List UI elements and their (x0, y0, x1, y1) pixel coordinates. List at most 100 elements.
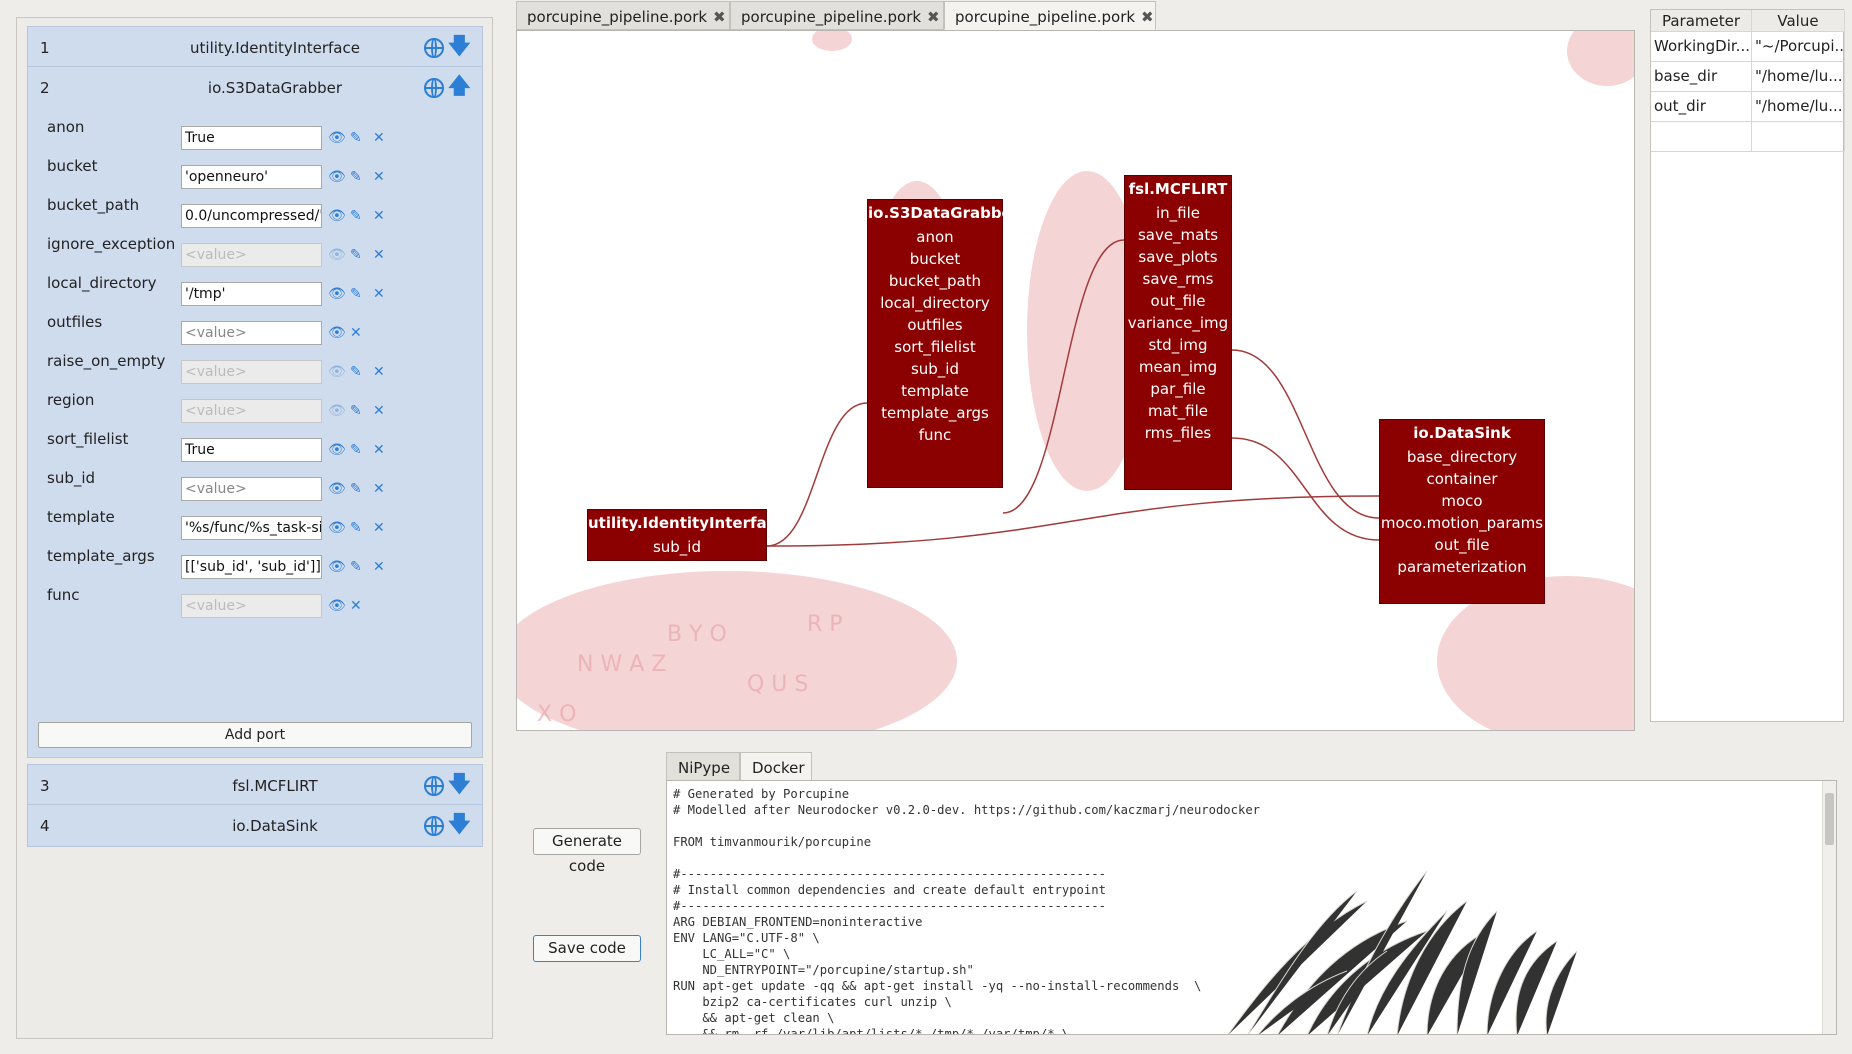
arrow-down-icon[interactable]: 🡇 (448, 34, 471, 60)
eye-icon[interactable]: 👁 (328, 559, 346, 575)
port-value-input[interactable]: <value> (181, 477, 322, 501)
eye-icon[interactable]: 👁 (328, 520, 346, 536)
port-value-input[interactable]: [['sub_id', 'sub_id']]) (181, 555, 322, 579)
remove-icon[interactable]: ✕ (373, 481, 385, 497)
remove-icon[interactable]: ✕ (350, 598, 362, 614)
remove-icon[interactable]: ✕ (373, 442, 385, 458)
scrollbar-thumb[interactable] (1825, 793, 1834, 845)
code-scrollbar[interactable] (1822, 781, 1836, 1034)
eye-icon[interactable]: 👁 (328, 286, 346, 302)
add-port-button[interactable]: Add port (38, 722, 472, 748)
port-value-input[interactable]: <value> (181, 321, 322, 345)
remove-icon[interactable]: ✕ (350, 325, 362, 341)
port-value-input[interactable]: True (181, 126, 322, 150)
node-header-3[interactable]: 3 fsl.MCFLIRT 🡇 (27, 764, 483, 807)
eye-icon[interactable]: 👁 (328, 130, 346, 146)
eye-icon[interactable]: 👁 (328, 403, 346, 419)
edit-icon[interactable]: ✎ (350, 169, 362, 185)
tab-pipeline-3[interactable]: porcupine_pipeline.pork ✖ (944, 1, 1156, 30)
remove-icon[interactable]: ✕ (373, 364, 385, 380)
node-header-2[interactable]: 2 io.S3DataGrabber 🡅 (27, 66, 483, 109)
port-value-input[interactable]: 'openneuro' (181, 165, 322, 189)
edit-icon[interactable]: ✎ (350, 247, 362, 263)
arrow-down-icon[interactable]: 🡇 (448, 772, 471, 798)
port-value-input[interactable]: <value> (181, 360, 322, 384)
graph-node-s3datagrabber[interactable]: io.S3DataGrabber anon bucket bucket_path lo… (867, 199, 1019, 488)
generate-code-button[interactable]: Generate code (533, 828, 641, 875)
eye-icon[interactable]: 👁 (328, 442, 346, 458)
node-title: fsl.MCFLIRT (1128, 180, 1228, 198)
graph-port[interactable]: func (868, 424, 1002, 450)
graph-port[interactable]: sub_id (588, 536, 766, 562)
globe-icon[interactable] (424, 816, 444, 836)
remove-icon[interactable]: ✕ (373, 403, 385, 419)
node-title: utility.IdentityInterface (588, 514, 786, 532)
eye-icon[interactable]: 👁 (328, 364, 346, 380)
node-header-1[interactable]: 1 utility.IdentityInterface 🡇 (27, 26, 483, 69)
remove-icon[interactable]: ✕ (373, 286, 385, 302)
graph-node-mcflirt[interactable]: fsl.MCFLIRT in_file save_mats save_plots sa… (1124, 175, 1232, 490)
remove-icon[interactable]: ✕ (373, 520, 385, 536)
edit-icon[interactable]: ✎ (350, 559, 362, 575)
column-header-parameter: Parameter (1651, 10, 1752, 32)
close-icon[interactable]: ✖ (1141, 8, 1154, 26)
tab-docker[interactable]: Docker (740, 752, 812, 782)
table-cell[interactable]: WorkingDir... (1651, 32, 1752, 62)
background-decoration: N W A Z B Y O Q U S R P X O (517, 31, 1634, 730)
save-code-button[interactable]: Save code (533, 935, 641, 962)
remove-icon[interactable]: ✕ (373, 169, 385, 185)
parameter-table[interactable]: Parameter Value WorkingDir... "~/Porcupi… (1650, 9, 1845, 722)
edit-icon[interactable]: ✎ (350, 481, 362, 497)
globe-icon[interactable] (424, 776, 444, 796)
eye-icon[interactable]: 👁 (328, 169, 346, 185)
table-cell[interactable]: "/home/lu... (1752, 62, 1845, 92)
port-value-input[interactable]: True (181, 438, 322, 462)
node-name: fsl.MCFLIRT (232, 777, 318, 795)
close-icon[interactable]: ✖ (927, 8, 940, 26)
edit-icon[interactable]: ✎ (350, 403, 362, 419)
remove-icon[interactable]: ✕ (373, 559, 385, 575)
table-cell-empty[interactable] (1651, 122, 1752, 152)
node-header-4[interactable]: 4 io.DataSink 🡇 (27, 804, 483, 847)
port-value-input[interactable]: '%s/func/%s_task-sir (181, 516, 322, 540)
table-cell[interactable]: "/home/lu... (1752, 92, 1845, 122)
tab-pipeline-1[interactable]: porcupine_pipeline.pork ✖ (516, 1, 730, 30)
arrow-up-icon[interactable]: 🡅 (448, 74, 471, 100)
port-value-input[interactable]: <value> (181, 594, 322, 618)
port-value-input[interactable]: '/tmp' (181, 282, 322, 306)
eye-icon[interactable]: 👁 (328, 481, 346, 497)
port-value-input[interactable]: <value> (181, 399, 322, 423)
table-cell[interactable]: base_dir (1651, 62, 1752, 92)
graph-node-identity[interactable]: utility.IdentityInterface sub_id (587, 509, 786, 562)
globe-icon[interactable] (424, 38, 444, 58)
pipeline-canvas[interactable]: N W A Z B Y O Q U S R P X O utility.Iden… (516, 30, 1635, 731)
port-value-input[interactable]: <value> (181, 243, 322, 267)
eye-icon[interactable]: 👁 (328, 208, 346, 224)
edit-icon[interactable]: ✎ (350, 208, 362, 224)
graph-port[interactable]: rms_files (1125, 422, 1231, 448)
svg-text:Q U S: Q U S (747, 672, 808, 697)
remove-icon[interactable]: ✕ (373, 247, 385, 263)
edit-icon[interactable]: ✎ (350, 364, 362, 380)
graph-port[interactable]: parameterization (1380, 556, 1544, 582)
close-icon[interactable]: ✖ (713, 8, 726, 26)
edit-icon[interactable]: ✎ (350, 520, 362, 536)
remove-icon[interactable]: ✕ (373, 208, 385, 224)
edit-icon[interactable]: ✎ (350, 286, 362, 302)
edit-icon[interactable]: ✎ (350, 442, 362, 458)
edit-icon[interactable]: ✎ (350, 130, 362, 146)
table-cell[interactable]: out_dir (1651, 92, 1752, 122)
code-output[interactable]: # Generated by Porcupine # Modelled afte… (666, 780, 1837, 1035)
table-cell[interactable]: "~/Porcupi... (1752, 32, 1845, 62)
arrow-down-icon[interactable]: 🡇 (448, 812, 471, 838)
eye-icon[interactable]: 👁 (328, 325, 346, 341)
tab-nipype[interactable]: NiPype (666, 752, 740, 782)
eye-icon[interactable]: 👁 (328, 247, 346, 263)
table-cell-empty[interactable] (1752, 122, 1845, 152)
globe-icon[interactable] (424, 78, 444, 98)
graph-node-datasink[interactable]: io.DataSink base_directory container moco m… (1379, 419, 1545, 604)
eye-icon[interactable]: 👁 (328, 598, 346, 614)
remove-icon[interactable]: ✕ (373, 130, 385, 146)
port-value-input[interactable]: 0.0/uncompressed/' (181, 204, 322, 228)
tab-pipeline-2[interactable]: porcupine_pipeline.pork ✖ (730, 1, 944, 30)
